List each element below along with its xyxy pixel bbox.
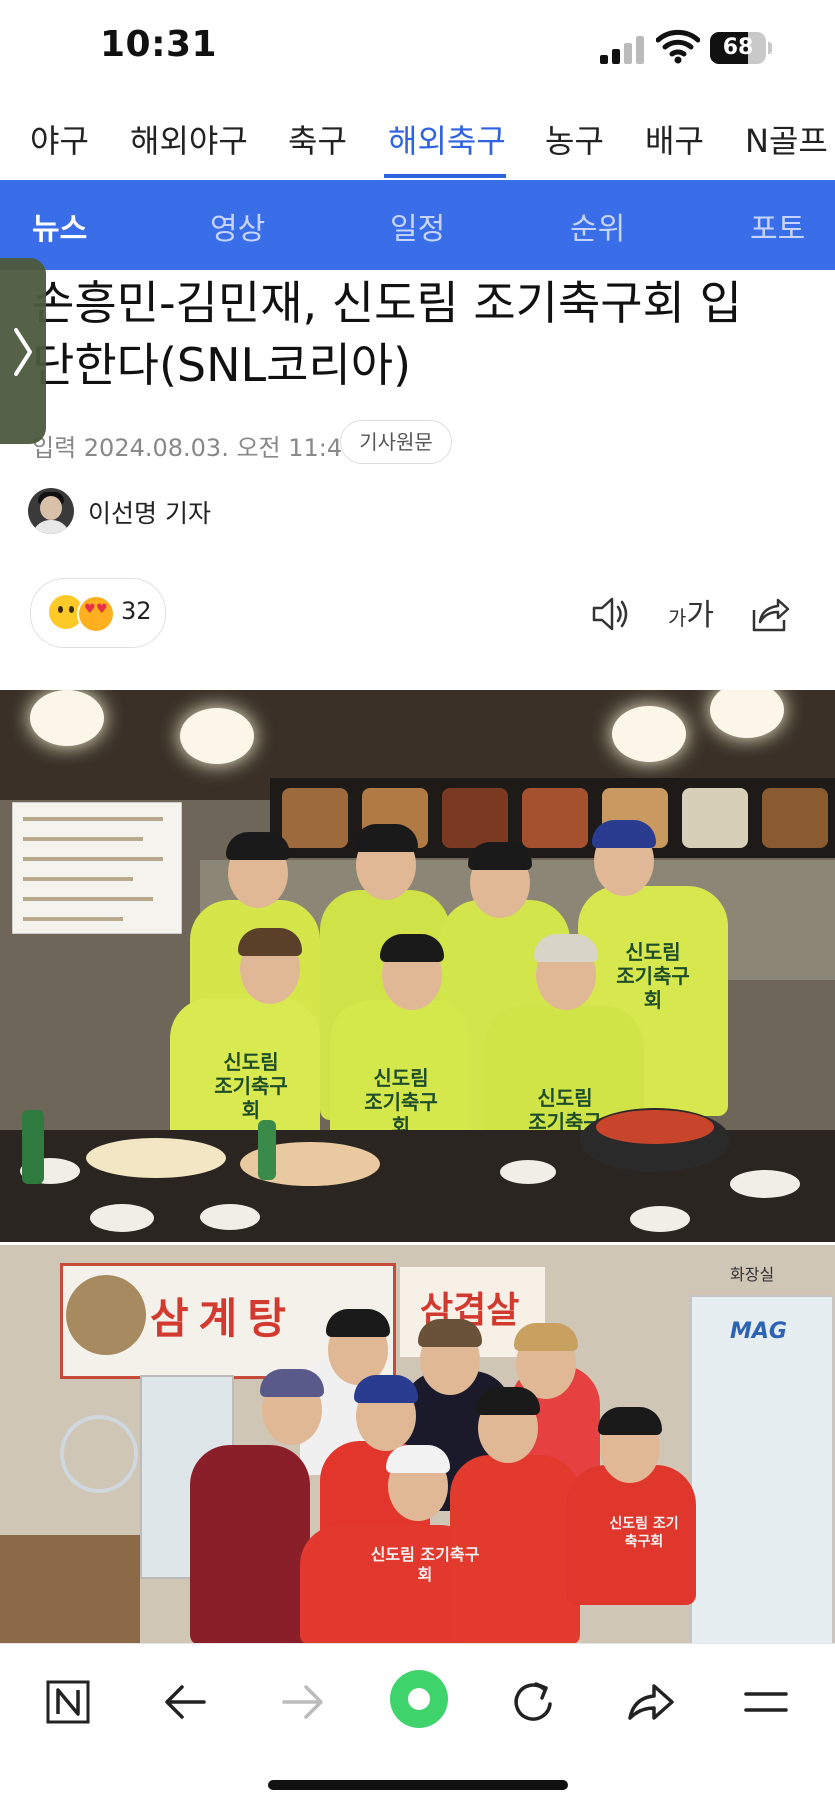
reporter-name[interactable]: 이선명 기자 (88, 494, 211, 530)
tab-ranking[interactable]: 순위 (570, 204, 625, 248)
jersey-text-2: 신도림 조기축구회 (364, 1066, 438, 1138)
chevron-right-icon (14, 328, 32, 376)
font-large-label: 가 (686, 598, 715, 633)
side-panel-handle[interactable] (0, 258, 46, 444)
tab-video[interactable]: 영상 (210, 204, 265, 248)
restroom-sign: 화장실 (730, 1265, 775, 1284)
tab-schedule[interactable]: 일정 (390, 204, 445, 248)
tab-overseas-football[interactable]: 해외축구 (388, 116, 506, 162)
wifi-icon (656, 29, 700, 64)
back-arrow-icon[interactable] (158, 1674, 214, 1730)
tab-volleyball[interactable]: 배구 (645, 116, 704, 162)
red-jersey-text-2: 신도림 조기축구회 (609, 1516, 679, 1550)
article-photo-1: 신도림 조기축구회 신도림 조기축구회 신도림 조기축구회 신도림 조기축구회 (0, 690, 835, 1242)
battery-icon: 68 (710, 32, 766, 64)
jersey-text-4: 신도림 조기축구회 (616, 940, 690, 1012)
share-arrow-icon[interactable] (622, 1674, 678, 1730)
tab-news[interactable]: 뉴스 (32, 204, 87, 248)
reporter-avatar[interactable] (28, 488, 74, 534)
tab-baseball[interactable]: 야구 (30, 116, 89, 162)
status-time: 10:31 (100, 24, 218, 65)
heart-eyes-emoji-icon (77, 595, 115, 633)
home-indicator (268, 1780, 568, 1790)
active-tab-indicator (384, 174, 506, 178)
tab-overseas-baseball[interactable]: 해외야구 (130, 116, 248, 162)
reload-icon[interactable] (506, 1674, 562, 1730)
font-small-label: 가 (668, 606, 687, 630)
article-date: 입력 2024.08.03. 오전 11:47 (32, 434, 358, 462)
speaker-icon[interactable] (590, 592, 630, 636)
fridge-label: MAG (730, 1319, 787, 1344)
green-home-icon[interactable] (388, 1668, 450, 1730)
tab-basketball[interactable]: 농구 (545, 116, 604, 162)
battery-percent: 68 (722, 35, 754, 60)
red-jersey-text-1: 신도림 조기축구회 (370, 1545, 480, 1584)
tab-golf[interactable]: N골프 (745, 116, 828, 162)
headline-line-2: 단한다(SNL코리아) (32, 338, 412, 392)
status-bar: 10:31 68 (0, 0, 835, 100)
original-article-button[interactable]: 기사원문 (340, 420, 452, 464)
headline-line-1: 손흥민-김민재, 신도림 조기축구회 입 (32, 276, 742, 330)
reaction-count: 32 (121, 597, 152, 625)
fridge (690, 1295, 834, 1643)
sign-text: 삼계탕 (150, 1294, 296, 1343)
forward-arrow-icon[interactable] (274, 1674, 330, 1730)
article-headline: 손흥민-김민재, 신도림 조기축구회 입 단한다(SNL코리아) (32, 272, 812, 396)
reaction-button[interactable]: 32 (30, 578, 166, 648)
naver-n-icon[interactable] (40, 1674, 96, 1730)
menu-board (12, 802, 182, 934)
tab-photo[interactable]: 포토 (750, 204, 805, 248)
share-icon[interactable] (750, 592, 790, 636)
signal-icon (600, 36, 646, 64)
sport-tab-bar: 야구 해외야구 축구 해외축구 농구 배구 N골프 (0, 100, 835, 180)
font-size-button[interactable]: 가가 (668, 590, 714, 634)
sub-tab-bar: 뉴스 영상 일정 순위 포토 (0, 180, 835, 270)
jersey-text-1: 신도림 조기축구회 (214, 1050, 288, 1122)
tab-football[interactable]: 축구 (288, 116, 347, 162)
battery-cap (768, 42, 772, 54)
article-photo-2: 삼계탕 삼겹살 화장실 MAG 신도림 조기축구회 신도림 조기축구회 (0, 1245, 835, 1643)
menu-icon[interactable] (738, 1674, 794, 1730)
